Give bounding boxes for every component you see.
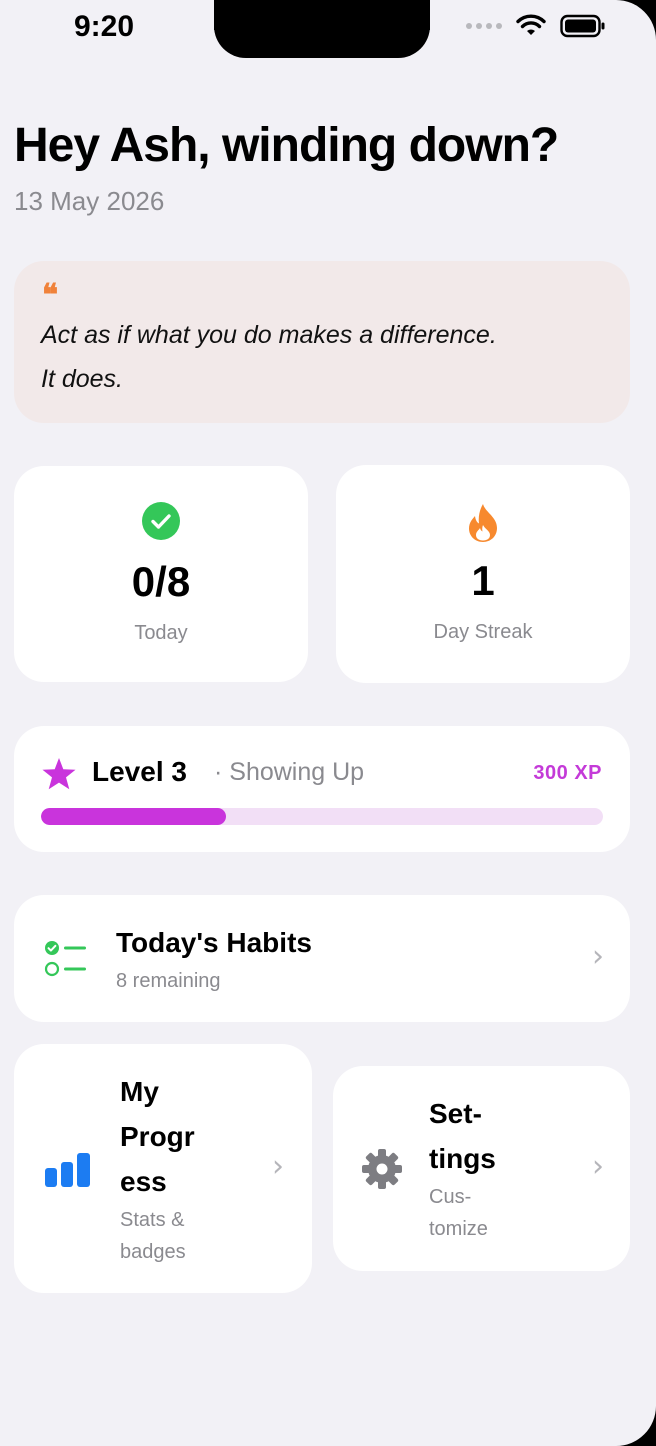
- level-progress-fill: [41, 808, 227, 825]
- settings-subtitle-line-1: Cus-: [429, 1186, 472, 1208]
- level-subtitle: · Showing Up: [214, 758, 365, 786]
- my-progress-subtitle-line-2: badges: [120, 1241, 186, 1263]
- status-time: 9:20: [74, 10, 135, 43]
- star-icon: [42, 758, 76, 790]
- my-progress-title-line-3: ess: [120, 1166, 167, 1197]
- status-icons: [466, 14, 606, 38]
- chevron-right-icon: ›: [592, 1149, 604, 1184]
- quote-text: Act as if what you do makes a difference…: [41, 313, 601, 401]
- wifi-icon: [516, 14, 546, 35]
- settings-tile[interactable]: Set- tings Cus- tomize ›: [333, 1066, 630, 1271]
- quote-line-2: It does.: [41, 365, 123, 393]
- checkmark-circle-icon: [142, 502, 180, 540]
- gear-icon: [362, 1149, 402, 1189]
- settings-title: Set- tings: [429, 1091, 496, 1181]
- checklist-icon: [44, 941, 86, 977]
- flame-icon: [469, 504, 497, 542]
- streak-stat-card: 1 Day Streak: [336, 465, 630, 683]
- habits-subtitle: 8 remaining: [116, 970, 221, 992]
- quote-card: ❝ Act as if what you do makes a differen…: [14, 261, 630, 423]
- today-stat-card: 0/8 Today: [14, 466, 308, 682]
- today-count: 0/8: [131, 558, 191, 605]
- dynamic-island: [214, 0, 430, 58]
- my-progress-title-line-2: Progr: [120, 1121, 195, 1152]
- level-card: Level 3 · Showing Up 300 XP: [14, 726, 630, 852]
- my-progress-subtitle-line-1: Stats &: [120, 1209, 185, 1231]
- my-progress-tile[interactable]: My Progr ess Stats & badges ›: [14, 1044, 312, 1293]
- current-date: 13 May 2026: [14, 186, 165, 216]
- habits-title: Today's Habits: [116, 927, 312, 958]
- today-label: Today: [134, 622, 188, 644]
- streak-label: Day Streak: [433, 621, 533, 643]
- battery-icon: [560, 14, 605, 38]
- settings-title-line-1: Set-: [429, 1098, 482, 1129]
- chevron-right-icon: ›: [592, 939, 604, 974]
- level-progress-bar: [41, 808, 603, 825]
- greeting-heading: Hey Ash, winding down?: [14, 119, 559, 172]
- chevron-right-icon: ›: [272, 1149, 284, 1184]
- level-title: Level 3: [92, 756, 187, 787]
- my-progress-subtitle: Stats & badges: [120, 1204, 186, 1268]
- streak-count: 1: [471, 557, 495, 604]
- settings-subtitle: Cus- tomize: [429, 1181, 488, 1245]
- settings-subtitle-line-2: tomize: [429, 1218, 488, 1240]
- home-screen: 9:20 Hey Ash, winding down? 13 May 2026 …: [0, 0, 656, 1446]
- my-progress-title-line-1: My: [120, 1076, 159, 1107]
- signal-dots-icon: [466, 23, 502, 29]
- my-progress-title: My Progr ess: [120, 1069, 195, 1204]
- bar-chart-icon: [45, 1153, 90, 1187]
- quote-line-1: Act as if what you do makes a difference…: [41, 321, 497, 349]
- xp-value: 300 XP: [533, 762, 602, 784]
- todays-habits-row[interactable]: Today's Habits 8 remaining ›: [14, 895, 630, 1022]
- settings-title-line-2: tings: [429, 1143, 496, 1174]
- quote-mark-icon: ❝: [42, 278, 59, 313]
